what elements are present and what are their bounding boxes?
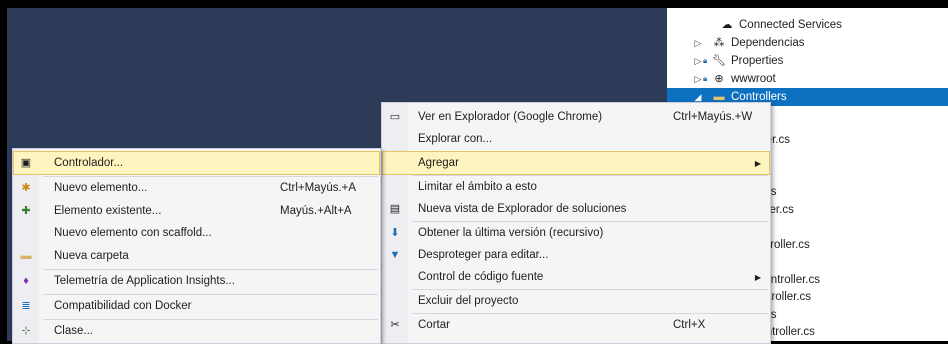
lock-icon: 🔒︎	[703, 92, 708, 101]
submenu-arrow-icon: ▶	[754, 272, 761, 282]
new-view-icon: ▤	[389, 203, 401, 215]
submenu-item-new-item[interactable]: ✱ Nuevo elemento... Ctrl+Mayús.+A	[14, 177, 379, 199]
tree-node-dependencias[interactable]: ▷ ⁂ Dependencias	[667, 34, 948, 52]
submenu-arrow-icon: ▶	[754, 158, 761, 168]
menu-item-checkout[interactable]: ▼ Desproteger para editar...	[383, 244, 769, 266]
menu-item-source-control[interactable]: Control de código fuente ▶	[383, 266, 769, 288]
class-icon: ⊹	[21, 325, 31, 337]
tree-node-connected-services[interactable]: ☁ Connected Services	[667, 16, 948, 34]
tree-node-label: wwwroot	[731, 73, 776, 85]
docker-icon: ≣	[21, 300, 31, 312]
context-menu: ▭ Ver en Explorador (Google Chrome) Ctrl…	[381, 102, 771, 344]
existing-item-icon: ✚	[21, 205, 31, 217]
folder-icon: ▬	[20, 250, 32, 262]
submenu-item-new-folder[interactable]: ▬ Nueva carpeta	[14, 245, 379, 267]
submenu-item-class[interactable]: ⊹ Clase...	[14, 320, 379, 342]
browser-icon: ▭	[389, 111, 401, 123]
controller-icon: ▣	[20, 157, 32, 169]
tree-node-label: Properties	[731, 55, 784, 67]
expand-arrow-icon[interactable]: ▷	[693, 38, 703, 49]
dependencies-icon: ⁂	[713, 37, 725, 49]
submenu-item-app-insights[interactable]: ♦ Telemetría de Application Insights...	[14, 270, 379, 292]
tree-node-label: Dependencias	[731, 37, 805, 49]
tree-node-wwwroot[interactable]: ▷ 🔒︎ ⊕ wwwroot	[667, 70, 948, 88]
get-latest-icon: ⬇	[390, 227, 400, 239]
scissors-icon: ✂	[390, 319, 400, 331]
collapse-arrow-icon[interactable]: ◢	[693, 92, 703, 103]
lock-icon: 🔒︎	[703, 56, 708, 65]
tree-node-properties[interactable]: ▷ 🔒︎ 🔧︎ Properties	[667, 52, 948, 70]
menu-item-get-latest[interactable]: ⬇ Obtener la última versión (recursivo)	[383, 222, 769, 244]
menu-item-view-in-browser[interactable]: ▭ Ver en Explorador (Google Chrome) Ctrl…	[383, 106, 769, 128]
submenu-item-existing-item[interactable]: ✚ Elemento existente... Mayús.+Alt+A	[14, 200, 379, 222]
menu-item-scope-to-this[interactable]: Limitar el ámbito a esto	[383, 176, 769, 198]
connected-services-icon: ☁	[721, 19, 733, 31]
submenu-item-scaffold[interactable]: Nuevo elemento con scaffold...	[14, 222, 379, 244]
expand-arrow-icon[interactable]: ▷	[693, 74, 703, 85]
menu-item-agregar[interactable]: Agregar ▶	[382, 151, 770, 175]
submenu-item-controlador[interactable]: ▣ Controlador...	[13, 151, 380, 175]
checkout-icon: ▼	[389, 249, 401, 261]
menu-item-cut[interactable]: ✂ Cortar Ctrl+X	[383, 314, 769, 336]
lock-icon: 🔒︎	[703, 74, 708, 83]
menu-item-exclude-from-project[interactable]: Excluir del proyecto	[383, 290, 769, 312]
new-item-icon: ✱	[21, 182, 31, 194]
wrench-icon: 🔧︎	[712, 55, 726, 67]
app-insights-icon: ♦	[23, 275, 29, 287]
menu-item-new-explorer-view[interactable]: ▤ Nueva vista de Explorador de solucione…	[383, 198, 769, 220]
expand-arrow-icon[interactable]: ▷	[693, 56, 703, 67]
submenu-item-docker[interactable]: ≣ Compatibilidad con Docker	[14, 295, 379, 317]
globe-icon: ⊕	[714, 73, 724, 85]
menu-item-browse-with[interactable]: Explorar con...	[383, 128, 769, 150]
tree-node-label: Connected Services	[739, 19, 842, 31]
agregar-submenu: ▣ Controlador... ✱ Nuevo elemento... Ctr…	[12, 148, 381, 344]
